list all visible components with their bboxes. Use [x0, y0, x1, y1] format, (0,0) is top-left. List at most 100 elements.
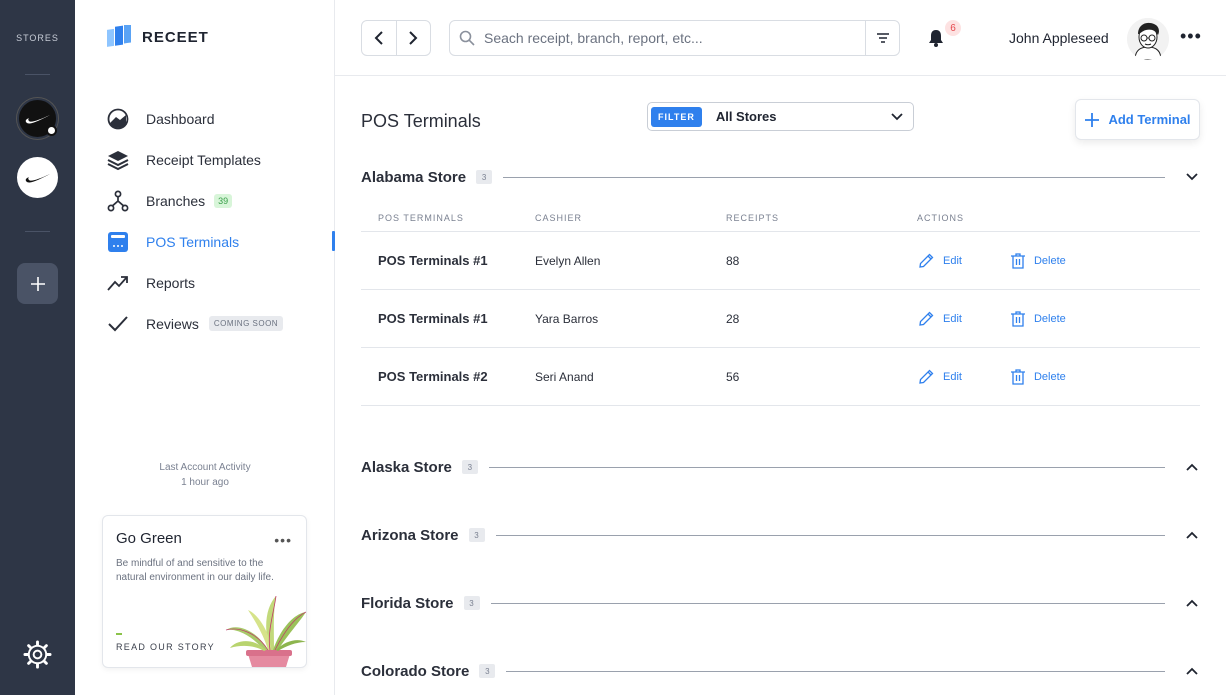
- table-row: POS Terminals #1 Evelyn Allen 88 Edit De…: [361, 232, 1200, 290]
- store-group-count: 3: [479, 664, 496, 678]
- plus-icon: [1085, 112, 1100, 127]
- chevron-up-icon[interactable]: [1183, 662, 1201, 680]
- brand[interactable]: RECEET: [106, 25, 209, 49]
- plant-illustration-icon: [225, 595, 306, 667]
- add-terminal-label: Add Terminal: [1108, 112, 1191, 127]
- trash-icon: [1010, 368, 1025, 385]
- top-bar: 6 John Appleseed •••: [335, 0, 1226, 76]
- swoosh-logo-icon: [25, 173, 50, 183]
- add-store-button[interactable]: [17, 263, 58, 304]
- rail-divider: [25, 74, 50, 75]
- sidebar-item-reviews[interactable]: Reviews COMING SOON: [106, 303, 335, 344]
- search-icon: [450, 30, 484, 46]
- receet-logo-icon: [107, 25, 131, 47]
- user-name[interactable]: John Appleseed: [1009, 30, 1109, 46]
- terminals-table: POS TERMINALS CASHIER RECEIPTS ACTIONS P…: [361, 204, 1200, 406]
- chevron-up-icon[interactable]: [1183, 594, 1201, 612]
- receipts-count: 56: [726, 369, 740, 384]
- row-actions: Edit Delete: [917, 310, 1200, 328]
- edit-button[interactable]: Edit: [917, 252, 962, 270]
- cashier-name: Seri Anand: [535, 369, 594, 384]
- edit-label: Edit: [943, 254, 962, 267]
- brand-name: RECEET: [142, 28, 209, 46]
- store-group-header[interactable]: Alabama Store 3: [361, 167, 1201, 187]
- active-store-indicator: [46, 125, 57, 136]
- last-activity-time: 1 hour ago: [181, 477, 229, 488]
- read-our-story-link[interactable]: READ OUR STORY: [116, 642, 215, 652]
- terminal-name: POS Terminals #1: [378, 311, 488, 326]
- sidebar-item-label: Reports: [146, 274, 196, 291]
- settings-gear-icon[interactable]: [23, 640, 52, 669]
- pos-terminal-icon: [106, 230, 130, 254]
- sidebar-item-reports[interactable]: Reports: [106, 262, 335, 303]
- store-avatar[interactable]: [17, 157, 58, 198]
- sidebar-item-branches[interactable]: Branches 39: [106, 180, 335, 221]
- store-group-header[interactable]: Florida Store 3: [361, 593, 1201, 613]
- chevron-down-icon[interactable]: [1183, 168, 1201, 186]
- checkmark-icon: [106, 312, 130, 336]
- group-divider: [495, 534, 1165, 536]
- trash-icon: [1010, 310, 1025, 327]
- chevron-up-icon[interactable]: [1183, 458, 1201, 476]
- column-header-terminals: POS TERMINALS: [378, 212, 464, 223]
- layers-icon: [106, 148, 130, 172]
- card-more-icon[interactable]: •••: [274, 532, 292, 548]
- sidebar-item-label: Reviews: [146, 315, 199, 332]
- main-content: POS Terminals FILTER All Stores Add Term…: [335, 76, 1226, 695]
- sidebar-item-dashboard[interactable]: Dashboard: [106, 98, 335, 139]
- pencil-icon: [919, 369, 934, 384]
- add-terminal-button[interactable]: Add Terminal: [1075, 99, 1200, 140]
- store-group-header[interactable]: Alaska Store 3: [361, 457, 1201, 477]
- branches-icon: [106, 189, 130, 213]
- pencil-icon: [919, 311, 934, 326]
- delete-label: Delete: [1033, 254, 1066, 267]
- store-group-count: 3: [476, 170, 493, 184]
- chevron-up-icon[interactable]: [1183, 526, 1201, 544]
- store-filter-select[interactable]: FILTER All Stores: [647, 102, 914, 131]
- card-text: Be mindful of and sensitive to the natur…: [116, 558, 274, 583]
- trash-icon: [1010, 252, 1025, 269]
- receipts-count: 88: [726, 253, 740, 268]
- edit-button[interactable]: Edit: [917, 310, 962, 328]
- store-group-count: 3: [461, 460, 478, 474]
- delete-button[interactable]: Delete: [1010, 252, 1066, 270]
- back-button[interactable]: [362, 21, 396, 55]
- group-divider: [488, 466, 1165, 468]
- user-avatar[interactable]: [1127, 18, 1169, 60]
- column-header-receipts: RECEIPTS: [726, 212, 780, 223]
- receipts-count: 28: [726, 311, 740, 326]
- filter-value: All Stores: [715, 109, 777, 124]
- cashier-name: Yara Barros: [535, 311, 599, 326]
- sidebar-item-receipt-templates[interactable]: Receipt Templates: [106, 139, 335, 180]
- rail-divider: [25, 231, 50, 232]
- store-group-count: 3: [463, 596, 480, 610]
- delete-button[interactable]: Delete: [1010, 368, 1066, 386]
- sidebar-item-pos-terminals[interactable]: POS Terminals: [106, 221, 335, 262]
- sidebar-item-label: Branches: [146, 192, 206, 209]
- plus-icon: [30, 276, 45, 291]
- notification-count-badge: 6: [945, 20, 961, 36]
- last-activity: Last Account Activity 1 hour ago: [75, 460, 335, 490]
- search-filter-button[interactable]: [865, 21, 899, 55]
- store-group-header[interactable]: Arizona Store 3: [361, 525, 1201, 545]
- row-actions: Edit Delete: [917, 368, 1200, 386]
- store-avatar-active[interactable]: [17, 98, 58, 139]
- sidebar-item-label: POS Terminals: [146, 233, 240, 250]
- table-header: POS TERMINALS CASHIER RECEIPTS ACTIONS: [361, 204, 1200, 232]
- forward-button[interactable]: [395, 21, 430, 55]
- group-divider: [490, 602, 1165, 604]
- chevron-left-icon: [374, 31, 383, 45]
- branches-count-badge: 39: [214, 193, 233, 208]
- store-group-header[interactable]: Colorado Store 3: [361, 661, 1201, 681]
- bell-icon[interactable]: [926, 28, 946, 48]
- search-input[interactable]: [484, 23, 865, 53]
- chevron-down-icon: [891, 112, 903, 120]
- avatar-portrait-icon: [1127, 18, 1169, 60]
- table-row: POS Terminals #1 Yara Barros 28 Edit Del…: [361, 290, 1200, 348]
- more-options-icon[interactable]: •••: [1180, 26, 1202, 47]
- trending-up-icon: [106, 271, 130, 295]
- delete-button[interactable]: Delete: [1010, 310, 1066, 328]
- delete-label: Delete: [1033, 370, 1066, 383]
- pencil-icon: [919, 253, 934, 268]
- edit-button[interactable]: Edit: [917, 368, 962, 386]
